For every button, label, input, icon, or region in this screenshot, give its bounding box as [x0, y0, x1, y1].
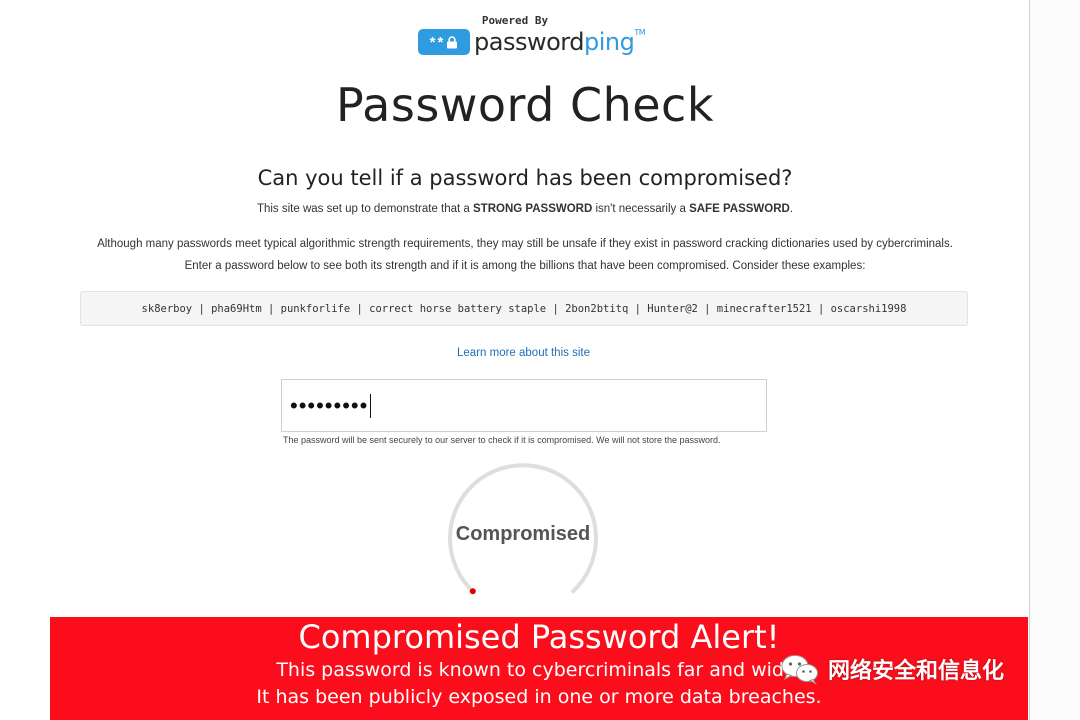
page-title: Password Check [336, 78, 714, 132]
password-masked-value: ••••••••• [290, 392, 369, 418]
description-line-2: Enter a password below to see both its s… [184, 260, 866, 272]
alert-title: Compromised Password Alert! [298, 618, 780, 656]
description-line-1: Although many passwords meet typical alg… [97, 238, 953, 250]
intro-after: . [789, 203, 794, 215]
lock-icon [447, 35, 458, 48]
safe-password-emphasis: SAFE PASSWORD [689, 203, 790, 215]
passwordping-logo[interactable]: * * passwordpingTM [418, 27, 646, 57]
trademark-mark: TM [634, 28, 646, 37]
password-badge-icon: * * [418, 29, 470, 55]
brand-wordmark: passwordpingTM [474, 28, 646, 56]
gauge-status-label: Compromised [455, 523, 591, 545]
intro-middle: isn't necessarily a [592, 203, 690, 215]
brand-suffix: ping [583, 28, 635, 56]
powered-by-label: Powered By [481, 14, 549, 27]
intro-text: This site was set up to demonstrate that… [0, 203, 1050, 215]
text-cursor [370, 393, 372, 418]
password-input[interactable]: ••••••••• [281, 379, 767, 432]
wechat-watermark: 网络安全和信息化 [780, 652, 1060, 686]
wechat-icon [781, 655, 818, 685]
example-passwords-box: sk8erboy | pha69Htm | punkforlife | corr… [80, 291, 968, 326]
intro-before: This site was set up to demonstrate that… [256, 203, 474, 215]
brand-prefix: password [474, 28, 584, 56]
watermark-text: 网络安全和信息化 [828, 659, 1005, 684]
page-subtitle: Can you tell if a password has been comp… [257, 166, 793, 190]
learn-more-link[interactable]: Learn more about this site [0, 347, 1047, 359]
password-privacy-note: The password will be sent securely to ou… [283, 435, 721, 445]
gauge-indicator-dot [469, 588, 476, 595]
alert-message-line-2: It has been publicly exposed in one or m… [256, 686, 822, 708]
strong-password-emphasis: STRONG PASSWORD [473, 203, 593, 215]
